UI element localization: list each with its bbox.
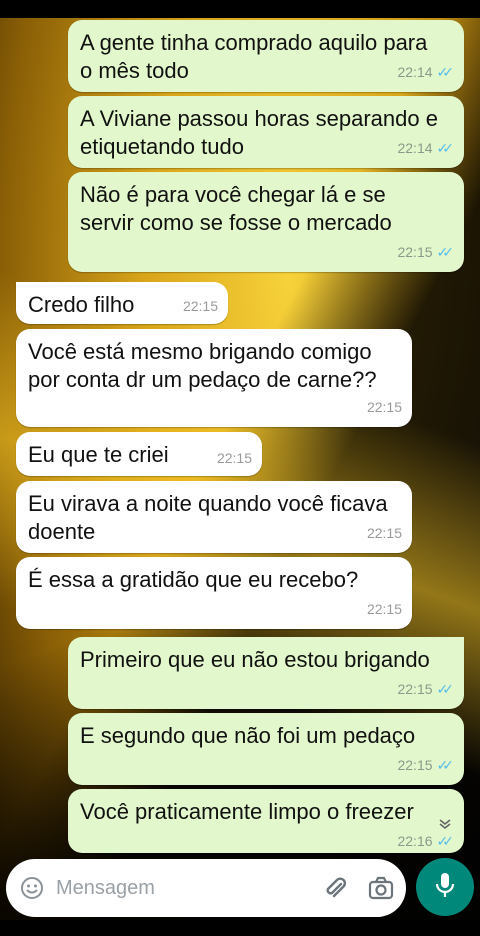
mic-icon: [434, 871, 456, 904]
message-bubble-sent[interactable]: Primeiro que eu não estou brigando 22:15…: [68, 637, 464, 709]
message-text: Eu virava a noite quando você ficava doe…: [28, 491, 388, 544]
message-text: Você está mesmo brigando comigo por cont…: [28, 339, 377, 392]
message-text: A gente tinha comprado aquilo para o mês…: [80, 30, 428, 83]
message-bubble-sent[interactable]: Você praticamente limpo o freezer 22:16 …: [68, 789, 464, 853]
message-bubble-sent[interactable]: Não é para você chegar lá e se servir co…: [68, 172, 464, 272]
message-meta: 22:15: [217, 444, 252, 472]
message-composer[interactable]: Mensagem: [6, 859, 406, 917]
navigation-bar: [0, 920, 480, 936]
message-text: Primeiro que eu não estou brigando: [80, 647, 430, 672]
message-meta: 22:15: [183, 292, 218, 320]
camera-icon[interactable]: [368, 876, 394, 900]
message-time: 22:14: [397, 64, 433, 80]
emoji-icon[interactable]: [20, 876, 44, 900]
message-meta: 22:14 ✓✓: [397, 134, 454, 162]
read-ticks-icon: ✓✓: [436, 833, 455, 849]
message-meta: 22:15: [367, 595, 402, 623]
message-bubble-received[interactable]: Credo filho 22:15: [16, 282, 228, 324]
message-time: 22:15: [366, 601, 402, 617]
message-input[interactable]: Mensagem: [56, 877, 155, 900]
message-bubble-received[interactable]: Eu virava a noite quando você ficava doe…: [16, 481, 412, 553]
message-time: 22:15: [182, 298, 218, 314]
message-text: Você praticamente limpo o freezer: [80, 799, 414, 824]
message-time: 22:15: [397, 757, 433, 773]
message-text: E segundo que não foi um pedaço: [80, 723, 416, 748]
message-meta: 22:15: [367, 393, 402, 421]
read-ticks-icon: ✓✓: [436, 244, 455, 260]
message-bubble-received[interactable]: Eu que te criei 22:15: [16, 432, 262, 476]
message-time: 22:15: [397, 681, 433, 697]
message-meta: 22:14 ✓✓: [397, 58, 454, 86]
message-time: 22:15: [366, 525, 402, 541]
read-ticks-icon: ✓✓: [436, 140, 455, 156]
message-time: 22:14: [397, 140, 433, 156]
message-bubble-received[interactable]: É essa a gratidão que eu recebo? 22:15: [16, 557, 412, 629]
read-ticks-icon: ✓✓: [436, 681, 455, 697]
message-text: Não é para você chegar lá e se servir co…: [80, 182, 392, 235]
message-meta: 22:15 ✓✓: [397, 675, 454, 703]
message-time: 22:15: [216, 450, 252, 466]
message-text: É essa a gratidão que eu recebo?: [28, 567, 359, 592]
message-bubble-sent[interactable]: A gente tinha comprado aquilo para o mês…: [68, 20, 464, 92]
message-meta: 22:15 ✓✓: [397, 238, 454, 266]
attach-icon[interactable]: [322, 875, 350, 903]
message-bubble-sent[interactable]: E segundo que não foi um pedaço 22:15 ✓✓: [68, 713, 464, 785]
read-ticks-icon: ✓✓: [436, 64, 455, 80]
status-bar: [0, 0, 480, 18]
message-meta: 22:15: [367, 519, 402, 547]
read-ticks-icon: ✓✓: [436, 757, 455, 773]
message-bubble-sent[interactable]: A Viviane passou horas separando e etiqu…: [68, 96, 464, 168]
message-time: 22:16: [397, 833, 433, 849]
message-bubble-received[interactable]: Você está mesmo brigando comigo por cont…: [16, 329, 412, 427]
message-meta: 22:15 ✓✓: [397, 751, 454, 779]
message-meta: 22:16 ✓✓: [397, 827, 454, 853]
message-time: 22:15: [397, 244, 433, 260]
mic-button[interactable]: [416, 858, 474, 916]
message-time: 22:15: [366, 399, 402, 415]
